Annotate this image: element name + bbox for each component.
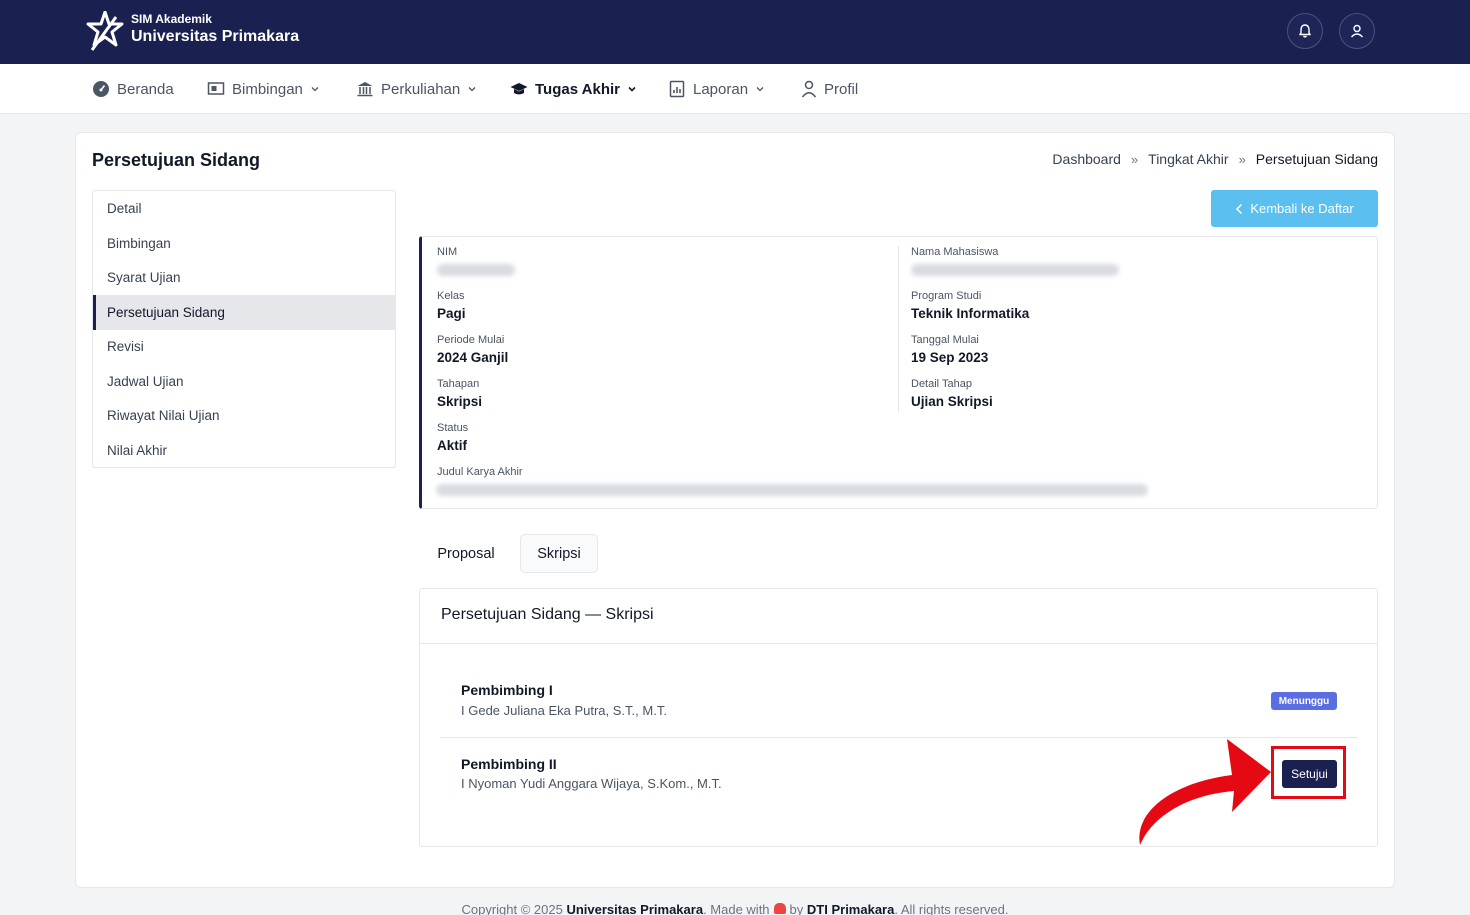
chevron-left-icon — [1236, 203, 1243, 214]
dashboard-icon — [93, 81, 109, 97]
back-button-label: Kembali ke Daftar — [1250, 201, 1354, 216]
side-item-riwayat-nilai-ujian[interactable]: Riwayat Nilai Ujian — [93, 398, 395, 433]
pembimbing-2-name: I Nyoman Yudi Anggara Wijaya, S.Kom., M.… — [461, 776, 722, 791]
chevron-down-icon — [756, 87, 764, 92]
side-item-jadwal-ujian[interactable]: Jadwal Ujian — [93, 364, 395, 399]
side-menu: Detail Bimbingan Syarat Ujian Persetujua… — [92, 190, 396, 468]
nav-label: Tugas Akhir — [535, 80, 621, 98]
status-label: Status — [437, 422, 469, 434]
kelas-label: Kelas — [437, 290, 465, 302]
annotation-highlight-box — [1271, 746, 1346, 799]
nav-label: Profil — [824, 80, 859, 98]
breadcrumb-separator: » — [1238, 151, 1246, 167]
pembimbing-1-name: I Gede Juliana Eka Putra, S.T., M.T. — [461, 703, 667, 718]
nama-value-redacted — [911, 264, 1119, 276]
footer-made-with: . Made with — [703, 902, 770, 915]
footer-rights: . All rights reserved. — [894, 902, 1009, 915]
chevron-down-icon — [468, 87, 476, 92]
tanggal-value: 19 Sep 2023 — [911, 350, 989, 365]
tab-proposal[interactable]: Proposal — [425, 534, 507, 573]
nav-item-laporan[interactable]: Laporan — [668, 64, 765, 114]
nav-label: Beranda — [117, 80, 174, 98]
judul-value-redacted — [436, 484, 1148, 496]
breadcrumb: Dashboard » Tingkat Akhir » Persetujuan … — [1052, 151, 1378, 167]
chevron-down-icon — [311, 87, 319, 92]
status-badge: Menunggu — [1271, 692, 1337, 710]
chevron-down-icon — [628, 86, 636, 92]
nim-value-redacted — [437, 264, 515, 276]
university-logo-icon — [86, 11, 124, 51]
pembimbing-1-title: Pembimbing I — [461, 682, 553, 698]
tab-skripsi[interactable]: Skripsi — [520, 534, 598, 573]
prodi-value: Teknik Informatika — [911, 306, 1030, 321]
tahapan-label: Tahapan — [437, 378, 480, 390]
footer-copyright: Copyright © 2025 — [461, 902, 563, 915]
nama-label: Nama Mahasiswa — [911, 246, 999, 258]
prodi-label: Program Studi — [911, 290, 982, 302]
notifications-button[interactable] — [1287, 13, 1323, 49]
footer: Copyright © 2025 Universitas Primakara. … — [0, 902, 1470, 915]
side-item-persetujuan-sidang[interactable]: Persetujuan Sidang — [93, 294, 395, 330]
nav-label: Bimbingan — [232, 80, 303, 98]
nav-item-bimbingan[interactable]: Bimbingan — [207, 64, 320, 114]
tanggal-label: Tanggal Mulai — [911, 334, 979, 346]
breadcrumb-current: Persetujuan Sidang — [1255, 151, 1378, 167]
report-icon — [669, 80, 685, 98]
presentation-icon — [207, 82, 225, 95]
building-icon — [357, 82, 373, 97]
side-item-detail[interactable]: Detail — [93, 191, 395, 226]
main-navbar: Beranda Bimbingan Perkuliahan Tugas Akhi… — [0, 64, 1470, 114]
top-bar: SIM Akademik Universitas Primakara — [0, 0, 1470, 64]
breadcrumb-separator: » — [1130, 151, 1139, 167]
user-icon — [801, 80, 817, 98]
back-to-list-button[interactable]: Kembali ke Daftar — [1211, 190, 1378, 227]
footer-org-link[interactable]: Universitas Primakara — [566, 902, 703, 915]
nav-label: Perkuliahan — [381, 80, 461, 98]
breadcrumb-dashboard[interactable]: Dashboard — [1052, 151, 1121, 167]
nav-item-perkuliahan[interactable]: Perkuliahan — [356, 64, 477, 114]
graduation-cap-icon — [510, 83, 528, 95]
pembimbing-2-title: Pembimbing II — [461, 756, 557, 772]
footer-team-link[interactable]: DTI Primakara — [807, 902, 894, 915]
side-item-revisi[interactable]: Revisi — [93, 329, 395, 364]
account-button[interactable] — [1339, 13, 1375, 49]
footer-by: by — [789, 902, 804, 915]
status-value: Aktif — [437, 438, 467, 453]
brand-subtitle: SIM Akademik — [131, 12, 212, 26]
page-title: Persetujuan Sidang — [92, 150, 261, 170]
bell-icon — [1299, 24, 1311, 38]
judul-label: Judul Karya Akhir — [437, 466, 523, 478]
side-item-syarat-ujian[interactable]: Syarat Ujian — [93, 260, 395, 295]
nav-item-beranda[interactable]: Beranda — [92, 64, 174, 114]
info-column-divider — [898, 246, 899, 412]
tahapan-value: Skripsi — [437, 394, 483, 409]
periode-value: 2024 Ganjil — [437, 350, 509, 365]
user-icon — [1350, 24, 1364, 38]
approval-panel-title: Persetujuan Sidang — Skripsi — [441, 606, 654, 623]
detail-tahap-value: Ujian Skripsi — [911, 394, 993, 409]
nav-label: Laporan — [693, 80, 749, 98]
breadcrumb-tingkat-akhir[interactable]: Tingkat Akhir — [1148, 151, 1228, 167]
nav-item-tugas-akhir[interactable]: Tugas Akhir — [510, 64, 637, 114]
annotation-arrow-icon — [1139, 739, 1271, 845]
side-item-nilai-akhir[interactable]: Nilai Akhir — [93, 433, 395, 468]
detail-tahap-label: Detail Tahap — [911, 378, 972, 390]
side-item-bimbingan[interactable]: Bimbingan — [93, 226, 395, 261]
periode-label: Periode Mulai — [437, 334, 505, 346]
kelas-value: Pagi — [437, 306, 466, 321]
brand-title: Universitas Primakara — [131, 28, 300, 45]
nav-item-profil[interactable]: Profil — [801, 64, 858, 114]
nim-label: NIM — [437, 246, 458, 258]
heart-icon — [773, 903, 786, 914]
